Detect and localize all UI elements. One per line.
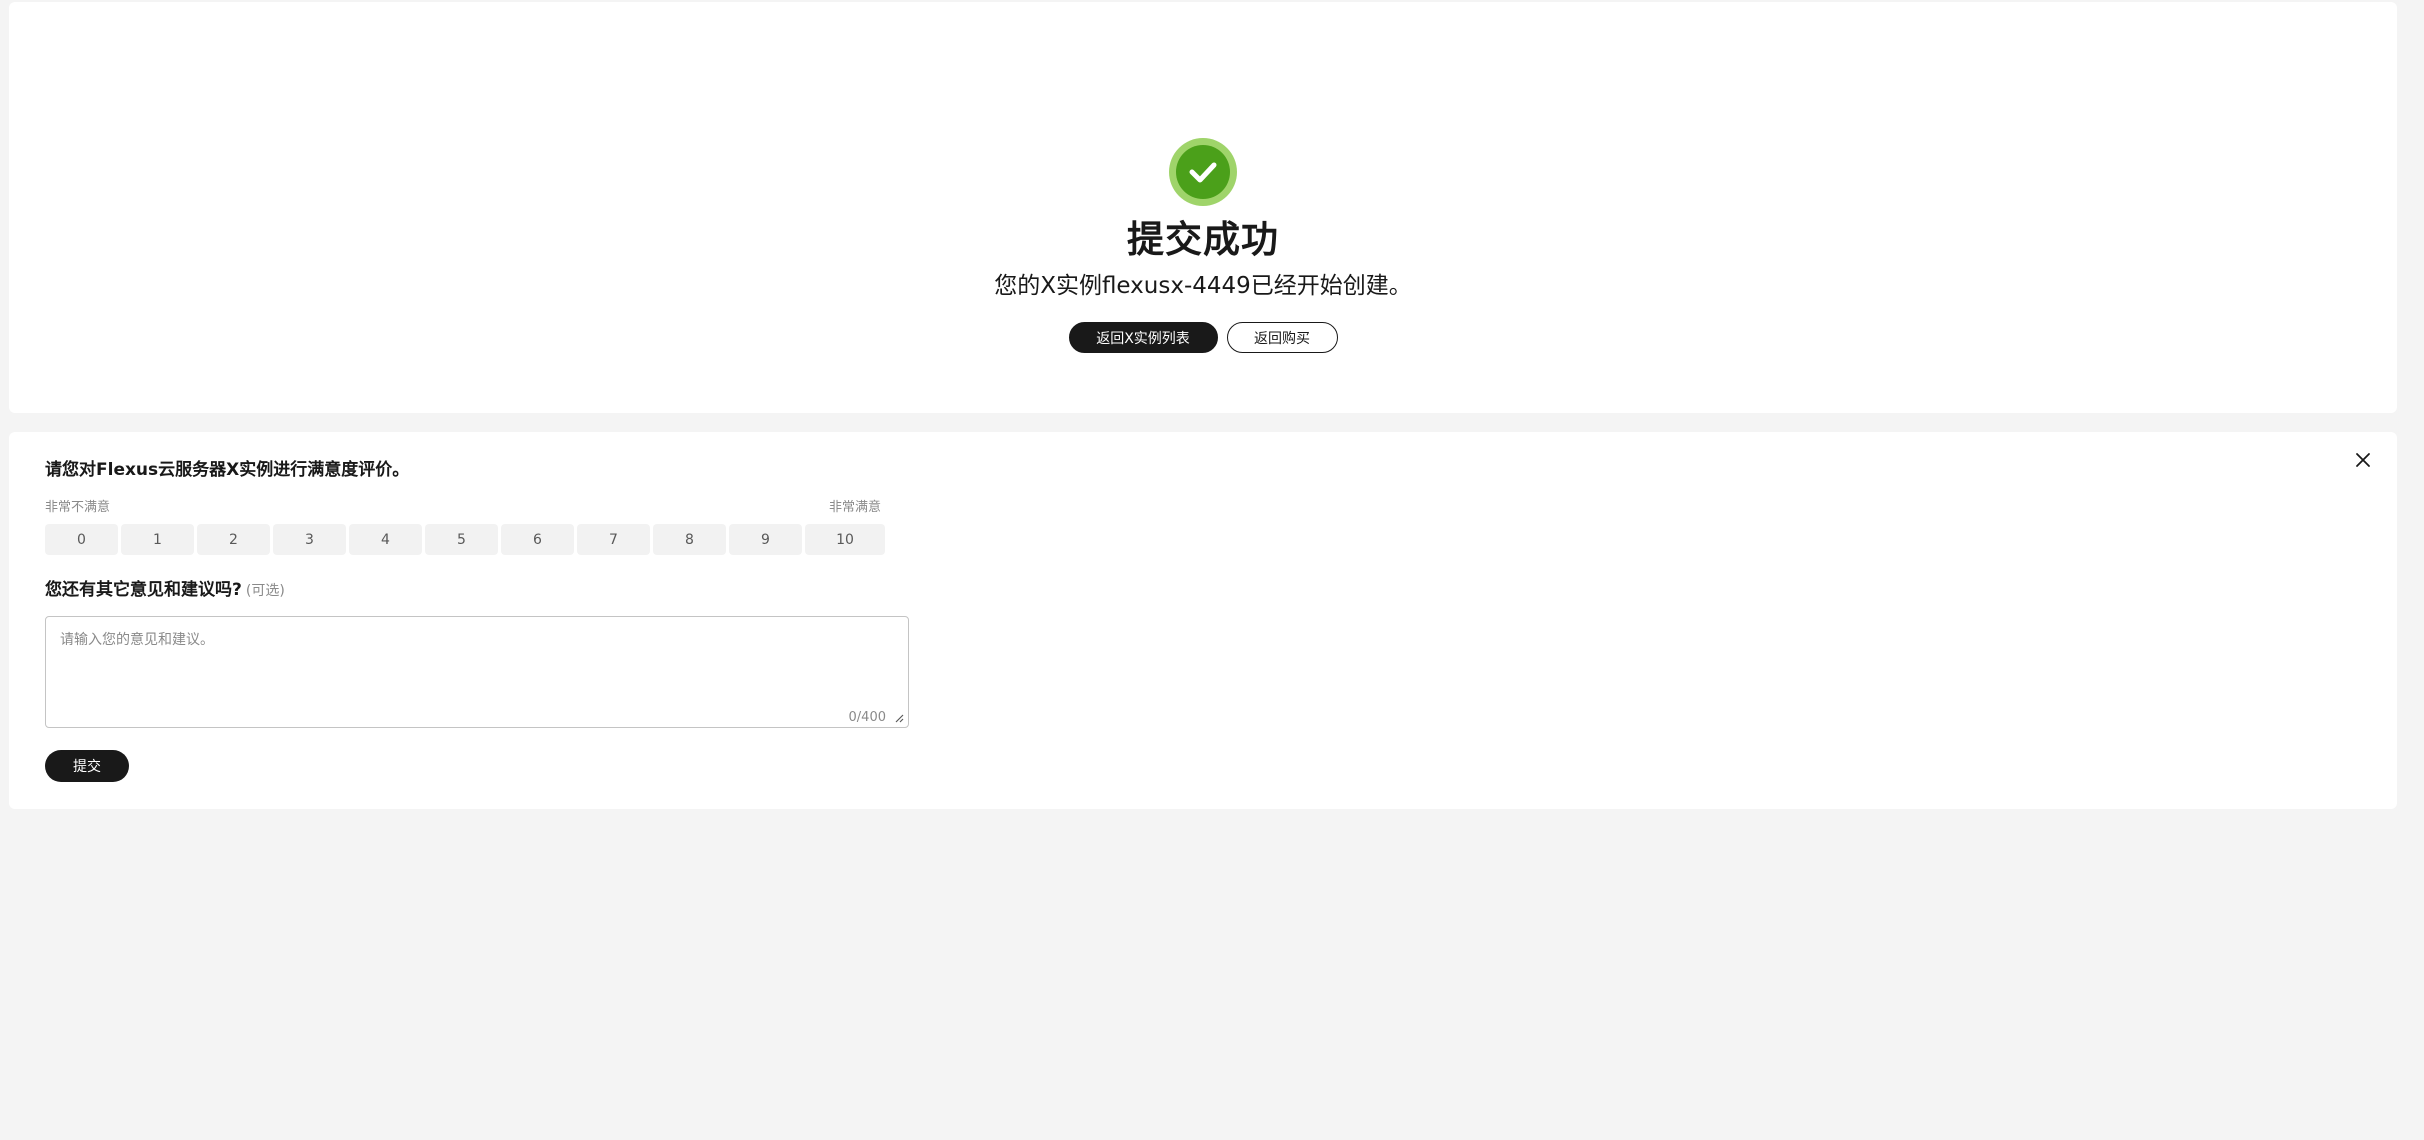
resize-handle-icon[interactable] xyxy=(894,713,904,723)
survey-card: 请您对Flexus云服务器X实例进行满意度评价。 非常不满意 非常满意 0 1 … xyxy=(9,432,2397,809)
rating-option-4[interactable]: 4 xyxy=(349,524,422,555)
success-section: 提交成功 您的X实例flexusx-4449已经开始创建。 返回X实例列表 返回… xyxy=(9,138,2397,353)
survey-question: 请您对Flexus云服务器X实例进行满意度评价。 xyxy=(45,460,410,480)
rating-option-10[interactable]: 10 xyxy=(805,524,885,555)
rating-option-3[interactable]: 3 xyxy=(273,524,346,555)
scale-labels: 非常不满意 非常满意 xyxy=(45,496,881,515)
rating-option-1[interactable]: 1 xyxy=(121,524,194,555)
rating-option-7[interactable]: 7 xyxy=(577,524,650,555)
optional-hint: (可选) xyxy=(245,583,285,599)
suggestion-textarea-box: 0/400 xyxy=(45,616,909,728)
scale-min-label: 非常不满意 xyxy=(45,500,111,515)
rating-option-8[interactable]: 8 xyxy=(653,524,726,555)
rating-option-2[interactable]: 2 xyxy=(197,524,270,555)
scale-max-label: 非常满意 xyxy=(828,500,881,515)
rating-option-9[interactable]: 9 xyxy=(729,524,802,555)
suggestion-label: 您还有其它意见和建议吗? (可选) xyxy=(45,578,285,603)
rating-option-6[interactable]: 6 xyxy=(501,524,574,555)
success-card: 提交成功 您的X实例flexusx-4449已经开始创建。 返回X实例列表 返回… xyxy=(9,2,2397,413)
rating-option-5[interactable]: 5 xyxy=(425,524,498,555)
suggestion-label-text: 您还有其它意见和建议吗? xyxy=(45,580,242,600)
back-to-instance-list-button[interactable]: 返回X实例列表 xyxy=(1068,322,1218,353)
char-count: 0/400 xyxy=(848,710,886,725)
action-buttons: 返回X实例列表 返回购买 xyxy=(9,322,2397,353)
submit-button[interactable]: 提交 xyxy=(45,750,129,782)
suggestion-textarea[interactable] xyxy=(46,617,908,727)
check-circle-icon xyxy=(1169,138,1237,206)
success-description: 您的X实例flexusx-4449已经开始创建。 xyxy=(994,273,1412,299)
success-title: 提交成功 xyxy=(1127,218,1279,261)
close-icon[interactable] xyxy=(2353,450,2373,470)
rating-option-0[interactable]: 0 xyxy=(45,524,118,555)
back-to-purchase-button[interactable]: 返回购买 xyxy=(1226,322,1338,353)
rating-scale: 0 1 2 3 4 5 6 7 8 9 10 xyxy=(45,524,885,555)
